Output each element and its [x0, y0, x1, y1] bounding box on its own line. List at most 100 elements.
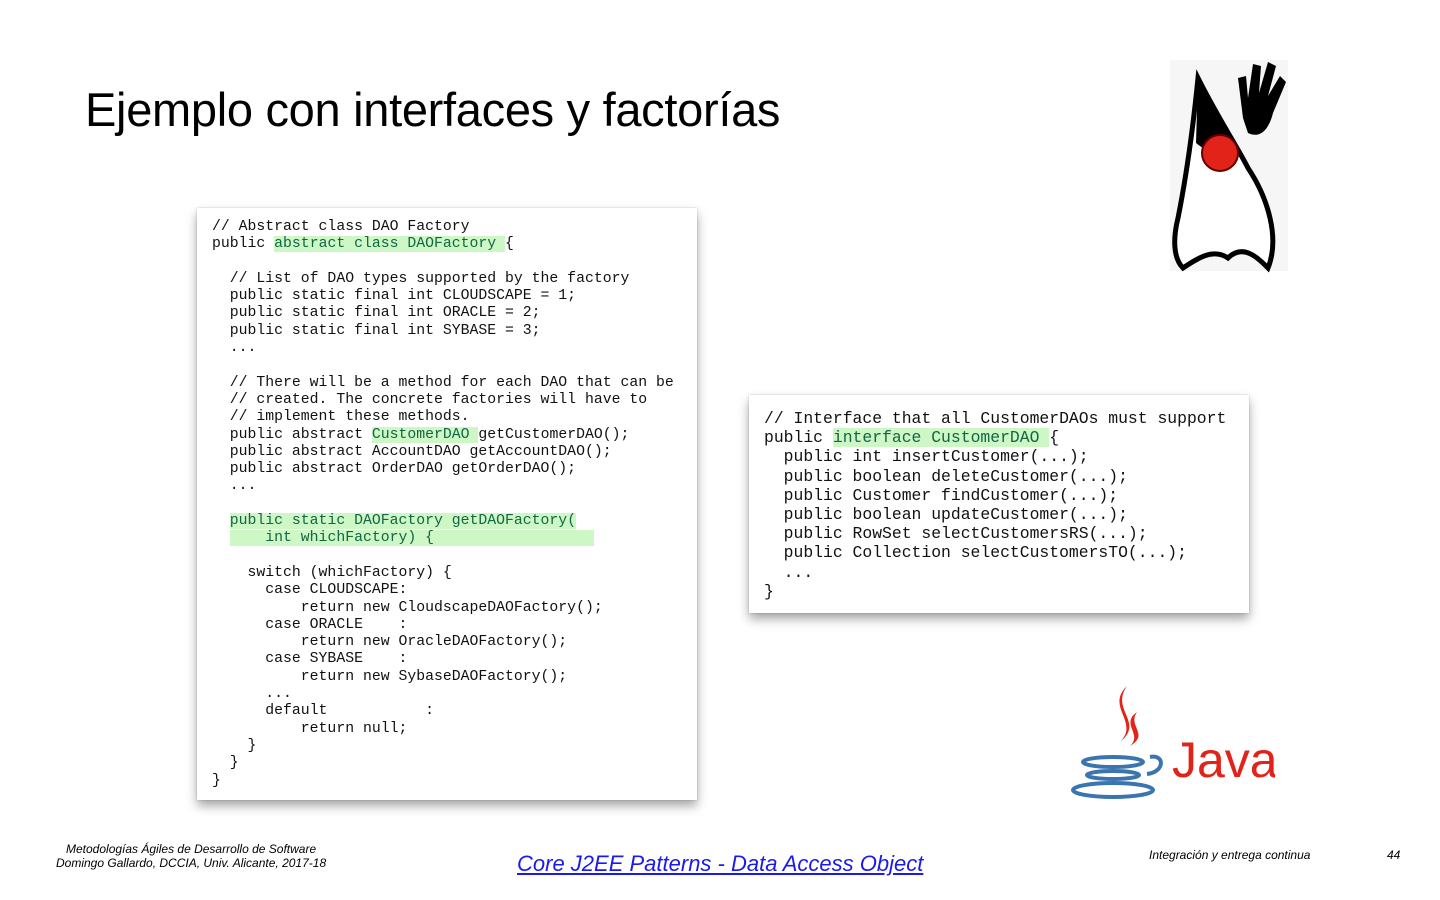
- code-text: }: [212, 737, 257, 754]
- code-text: public static final int ORACLE = 2;: [212, 305, 541, 322]
- code-text: public Collection selectCustomersTO(...)…: [764, 543, 1187, 563]
- code-text: public static final int SYBASE = 3;: [212, 322, 541, 339]
- code-text: ...: [212, 686, 292, 703]
- code-text: }: [212, 755, 239, 772]
- code-text: switch (whichFactory) {: [212, 564, 452, 581]
- code-line: ...: [212, 686, 697, 703]
- code-text: getCustomerDAO();: [478, 426, 630, 443]
- highlighted-code: CustomerDAO: [371, 426, 479, 443]
- code-line: case ORACLE :: [212, 617, 697, 634]
- code-line: public abstract CustomerDAO getCustomerD…: [212, 426, 697, 444]
- code-text: public int insertCustomer(...);: [764, 447, 1089, 467]
- code-text: // created. The concrete factories will …: [212, 391, 648, 408]
- code-line: ...: [212, 478, 697, 495]
- code-line: public static final int CLOUDSCAPE = 1;: [212, 288, 697, 305]
- code-text: default :: [212, 703, 434, 720]
- code-line: public Customer findCustomer(...);: [764, 486, 1249, 505]
- code-line: switch (whichFactory) {: [212, 565, 697, 582]
- code-text: case CLOUDSCAPE:: [212, 582, 408, 599]
- code-line: public abstract OrderDAO getOrderDAO();: [212, 461, 697, 478]
- code-line: // created. The concrete factories will …: [212, 392, 697, 409]
- java-logo-text: Java: [1172, 732, 1275, 788]
- code-text: }: [764, 581, 774, 601]
- code-line: return new CloudscapeDAOFactory();: [212, 600, 697, 617]
- code-line: }: [764, 582, 1249, 601]
- duke-mascot-icon: [1170, 60, 1288, 273]
- code-line: public static DAOFactory getDAOFactory(: [212, 513, 697, 530]
- code-line: default :: [212, 703, 697, 720]
- code-text: return new OracleDAOFactory();: [212, 634, 568, 651]
- code-line: // Interface that all CustomerDAOs must …: [764, 409, 1249, 428]
- code-text: public boolean deleteCustomer(...);: [764, 466, 1128, 486]
- code-line: public interface CustomerDAO {: [764, 428, 1249, 448]
- code-line: // List of DAO types supported by the fa…: [212, 271, 697, 288]
- code-line: public static final int ORACLE = 2;: [212, 305, 697, 322]
- code-line: public Collection selectCustomersTO(...)…: [764, 543, 1249, 562]
- code-line: }: [212, 738, 697, 755]
- highlighted-code: abstract class DAOFactory: [274, 236, 506, 253]
- footer-course: Metodologías Ágiles de Desarrollo de Sof…: [66, 842, 317, 856]
- code-text: public abstract OrderDAO getOrderDAO();: [212, 461, 577, 478]
- code-line: ...: [212, 340, 697, 357]
- footer-author: Domingo Gallardo, DCCIA, Univ. Alicante,…: [56, 856, 327, 870]
- dao-factory-code-block: // Abstract class DAO Factory public abst…: [197, 208, 697, 800]
- code-text: // There will be a method for each DAO t…: [212, 374, 674, 391]
- code-line: public boolean deleteCustomer(...);: [764, 467, 1249, 486]
- code-line: int whichFactory) {: [212, 530, 697, 547]
- code-line: public int insertCustomer(...);: [764, 447, 1249, 466]
- slide-title: Ejemplo con interfaces y factorías: [85, 83, 781, 136]
- code-text: public abstract AccountDAO getAccountDAO…: [212, 443, 612, 460]
- code-line: public boolean updateCustomer(...);: [764, 505, 1249, 524]
- code-text: ...: [764, 562, 814, 582]
- code-text: public static final int CLOUDSCAPE = 1;: [212, 288, 577, 305]
- code-line: public abstract AccountDAO getAccountDAO…: [212, 444, 697, 461]
- code-line: return new SybaseDAOFactory();: [212, 669, 697, 686]
- code-line: case SYBASE :: [212, 651, 697, 668]
- code-text: return null;: [212, 720, 408, 737]
- highlighted-code: public static DAOFactory getDAOFactory(: [229, 513, 577, 530]
- code-text: public abstract: [212, 426, 372, 443]
- code-line: // Abstract class DAO Factory: [212, 219, 697, 236]
- code-text: // Abstract class DAO Factory: [212, 219, 470, 235]
- code-line: public RowSet selectCustomersRS(...);: [764, 524, 1249, 543]
- code-text: // Interface that all CustomerDAOs must …: [764, 409, 1227, 428]
- code-text: return new CloudscapeDAOFactory();: [212, 599, 603, 616]
- footer-section: Integración y entrega continua: [1149, 848, 1311, 862]
- code-line: }: [212, 773, 697, 790]
- customer-dao-interface-code-block: // Interface that all CustomerDAOs must …: [749, 395, 1249, 613]
- code-text: public RowSet selectCustomersRS(...);: [764, 524, 1148, 544]
- page-number: 44: [1387, 848, 1401, 862]
- code-text: case ORACLE :: [212, 616, 408, 633]
- highlighted-code: interface CustomerDAO: [832, 428, 1050, 448]
- code-text: public Customer findCustomer(...);: [764, 485, 1119, 505]
- code-text: // implement these methods.: [212, 409, 470, 426]
- code-line: ...: [764, 563, 1249, 582]
- code-text: {: [505, 236, 514, 253]
- code-text: public boolean updateCustomer(...);: [764, 504, 1128, 524]
- code-line: public static final int SYBASE = 3;: [212, 323, 697, 340]
- highlighted-code: int whichFactory) {: [229, 530, 594, 547]
- code-line: // There will be a method for each DAO t…: [212, 375, 697, 392]
- code-text: // List of DAO types supported by the fa…: [212, 270, 630, 287]
- code-text: public: [764, 428, 833, 448]
- code-text: ...: [212, 478, 257, 495]
- code-line: return new OracleDAOFactory();: [212, 634, 697, 651]
- code-line: // implement these methods.: [212, 409, 697, 426]
- code-text: public: [212, 236, 275, 253]
- code-line: }: [212, 755, 697, 772]
- code-text: }: [212, 772, 221, 789]
- java-logo: Java: [1071, 686, 1275, 799]
- code-text: {: [1049, 428, 1060, 448]
- code-line: public abstract class DAOFactory {: [212, 236, 697, 253]
- code-text: case SYBASE :: [212, 651, 408, 668]
- code-text: return new SybaseDAOFactory();: [212, 668, 568, 685]
- code-text: ...: [212, 340, 257, 357]
- code-line: return null;: [212, 721, 697, 738]
- core-j2ee-dao-link[interactable]: Core J2EE Patterns - Data Access Object: [517, 851, 923, 877]
